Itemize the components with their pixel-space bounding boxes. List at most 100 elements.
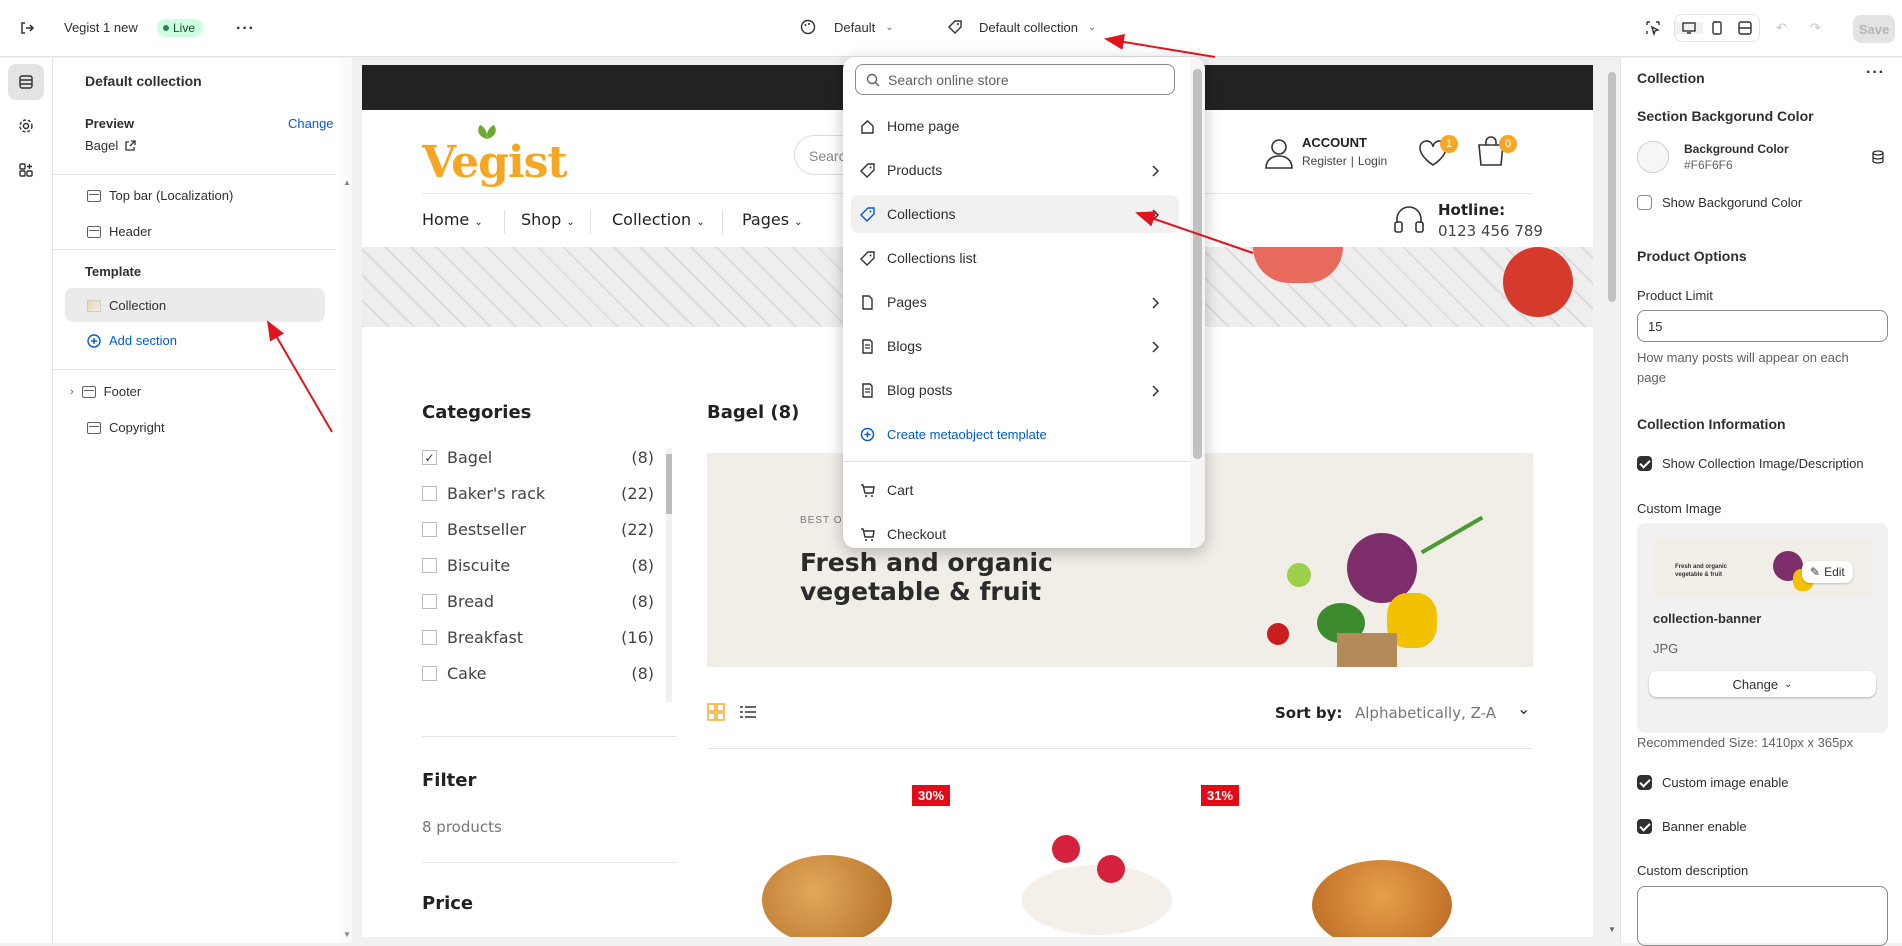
section-footer[interactable]: › Footer	[70, 384, 141, 399]
category-item[interactable]: Cake (8)	[422, 664, 654, 683]
chevron-right-icon: ›	[70, 385, 74, 398]
template-selector[interactable]: Default collection ⌄	[947, 19, 1096, 35]
login-link[interactable]: Login	[1358, 154, 1387, 168]
section-copyright[interactable]: Copyright	[87, 420, 165, 435]
dropdown-item-blog-posts[interactable]: Blog posts	[851, 371, 1179, 409]
product-image-bread[interactable]	[762, 855, 892, 937]
category-item[interactable]: Baker's rack (22)	[422, 484, 654, 503]
color-swatch[interactable]	[1637, 141, 1669, 173]
dropdown-scrollbar[interactable]	[1190, 57, 1205, 548]
account-icon[interactable]	[1264, 137, 1294, 172]
nav-collection[interactable]: Collection ⌄	[612, 210, 705, 229]
checkbox-checked[interactable]	[1637, 456, 1652, 471]
product-limit-input[interactable]: 15	[1637, 310, 1888, 342]
product-limit-label: Product Limit	[1637, 288, 1713, 303]
account-links: Register | Login	[1302, 154, 1388, 168]
external-link-icon	[125, 139, 136, 151]
theme-selector[interactable]: Default ⌄	[800, 19, 894, 35]
dropdown-item-collections-list[interactable]: Collections list	[851, 239, 1179, 277]
checkbox[interactable]	[422, 522, 437, 537]
checkbox-checked[interactable]	[1637, 775, 1652, 790]
desktop-icon[interactable]	[1675, 22, 1703, 34]
mobile-icon[interactable]	[1703, 21, 1731, 35]
dropdown-item-checkout[interactable]: Checkout	[851, 515, 1179, 548]
undo-icon[interactable]: ↶	[1776, 20, 1787, 36]
nav-shop[interactable]: Shop ⌄	[521, 210, 575, 229]
save-button[interactable]: Save	[1853, 15, 1895, 43]
custom-image-card: Fresh and organic vegetable & fruit ✎ Edi…	[1637, 523, 1888, 733]
settings-gear-icon[interactable]	[8, 108, 44, 144]
section-layout-icon	[87, 189, 101, 202]
checkbox[interactable]	[422, 486, 437, 501]
chevron-right-icon	[1151, 208, 1160, 224]
hotline-label: Hotline:	[1438, 201, 1506, 219]
add-section-button[interactable]: Add section	[87, 333, 177, 348]
vegetables-image	[1237, 493, 1487, 667]
checkbox-checked[interactable]	[1637, 819, 1652, 834]
show-collection-checkbox-row[interactable]: Show Collection Image/Description	[1637, 456, 1864, 471]
inspector-icon[interactable]	[1645, 20, 1661, 36]
exit-icon[interactable]	[18, 19, 36, 37]
cart-count-badge: 0	[1499, 135, 1517, 153]
categories-scrollbar[interactable]	[666, 448, 672, 702]
section-header[interactable]: Header	[87, 224, 152, 239]
nav-home[interactable]: Home ⌄	[422, 210, 483, 229]
dropdown-item-pages[interactable]: Pages	[851, 283, 1179, 321]
sections-icon[interactable]	[8, 64, 44, 100]
blog-icon	[862, 382, 873, 398]
banner-enable-row[interactable]: Banner enable	[1637, 819, 1747, 834]
checkbox[interactable]	[1637, 195, 1652, 210]
image-type: JPG	[1653, 641, 1679, 656]
fullscreen-icon[interactable]	[1731, 21, 1759, 35]
more-actions-icon[interactable]: ···	[236, 20, 255, 38]
custom-description-label: Custom description	[1637, 863, 1749, 878]
page-icon	[862, 294, 873, 310]
category-item[interactable]: Bread (8)	[422, 592, 654, 611]
template-item-collection[interactable]: Collection	[65, 288, 325, 322]
custom-image-enable-row[interactable]: Custom image enable	[1637, 775, 1788, 790]
preview-scrollbar[interactable]: ▼	[1605, 58, 1620, 943]
show-bg-label: Show Backgorund Color	[1662, 195, 1803, 210]
section-top-bar[interactable]: Top bar (Localization)	[87, 188, 233, 203]
sidebar-scrollbar[interactable]: ▲ ▼	[340, 58, 352, 943]
edit-image-button[interactable]: ✎ Edit	[1802, 561, 1853, 583]
filter-heading: Filter	[422, 770, 477, 791]
redo-icon[interactable]: ↷	[1810, 20, 1821, 36]
store-logo[interactable]: Vegist	[422, 137, 568, 188]
category-item[interactable]: ✓ Bagel (8)	[422, 448, 654, 467]
sections-sidebar: Default collection Preview Change Bagel …	[53, 58, 352, 943]
category-item[interactable]: Biscuite (8)	[422, 556, 654, 575]
category-item[interactable]: Breakfast (16)	[422, 628, 654, 647]
grid-view-icon[interactable]	[707, 703, 725, 724]
checkbox[interactable]	[422, 630, 437, 645]
divider	[53, 174, 336, 175]
preview-resource[interactable]: Bagel	[85, 138, 136, 153]
dropdown-item-blogs[interactable]: Blogs	[851, 327, 1179, 365]
nav-pages[interactable]: Pages ⌄	[742, 210, 803, 229]
list-view-icon[interactable]	[739, 705, 757, 722]
sort-select[interactable]: Alphabetically, Z-A	[1355, 704, 1496, 722]
product-image-cake[interactable]	[1022, 865, 1172, 935]
dynamic-source-icon[interactable]	[1871, 150, 1885, 167]
dropdown-item-products[interactable]: Products	[851, 151, 1179, 189]
dropdown-scroll-thumb[interactable]	[1193, 69, 1202, 459]
product-image-burger[interactable]	[1312, 860, 1452, 937]
custom-description-textarea[interactable]	[1637, 886, 1888, 946]
chevron-down-icon[interactable]: ⌄	[1517, 699, 1530, 719]
show-bg-checkbox-row[interactable]: Show Backgorund Color	[1637, 195, 1802, 210]
dropdown-item-collections[interactable]: Collections	[851, 195, 1179, 233]
checkbox-checked[interactable]: ✓	[422, 450, 437, 465]
dropdown-item-cart[interactable]: Cart	[851, 471, 1179, 509]
preview-change-link[interactable]: Change	[288, 116, 334, 131]
checkbox[interactable]	[422, 594, 437, 609]
change-image-button[interactable]: Change ⌄	[1649, 671, 1876, 697]
checkbox[interactable]	[422, 558, 437, 573]
dropdown-item-create-metaobject[interactable]: Create metaobject template	[851, 415, 1179, 453]
dropdown-item-home-page[interactable]: Home page	[851, 107, 1179, 145]
dropdown-search-input[interactable]: Search online store	[855, 64, 1175, 95]
register-link[interactable]: Register	[1302, 154, 1347, 168]
category-item[interactable]: Bestseller (22)	[422, 520, 654, 539]
more-actions-icon[interactable]: ···	[1866, 64, 1885, 82]
checkbox[interactable]	[422, 666, 437, 681]
apps-icon[interactable]	[8, 152, 44, 188]
